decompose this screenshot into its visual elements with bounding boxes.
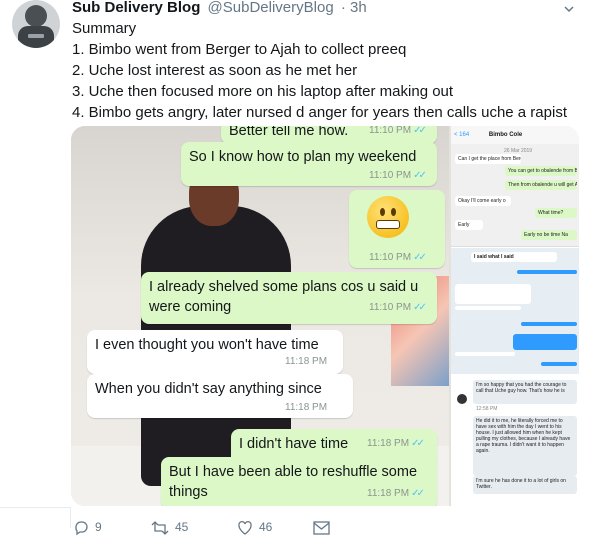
chat-bubble-in: I even thought you won't have time [87, 330, 343, 374]
dm-time: 12:58 PM [476, 406, 498, 412]
chat-screenshot-left[interactable]: Better tell me how. 11:10 PM ✓✓ So I know… [71, 126, 449, 506]
chat-time: 11:18 PM [285, 356, 328, 367]
retweet-button[interactable]: 45 [151, 520, 188, 536]
tweet-line: 3. Uche then focused more on his laptop … [72, 83, 454, 100]
author-handle[interactable]: @SubDeliveryBlog [208, 0, 334, 16]
reply-button[interactable]: 9 [73, 520, 102, 536]
chat-time: 11:10 PM ✓✓ [369, 126, 427, 136]
avatar-badge-shape [28, 34, 44, 38]
envelope-icon [313, 521, 330, 535]
mini-message: What time? [535, 208, 577, 218]
mini-message: Can I get the place from Berger? [455, 154, 521, 164]
retweet-count: 45 [175, 520, 189, 535]
chat-time: 11:10 PM ✓✓ [369, 302, 427, 313]
like-button[interactable]: 46 [237, 520, 272, 536]
mini-message: Okay I'll come early o [455, 196, 511, 206]
chat-time: 11:18 PM [285, 402, 328, 413]
dm-bubble [541, 362, 577, 366]
message-button[interactable] [313, 520, 330, 535]
chat-time: 11:18 PM ✓✓ [367, 438, 425, 449]
imessage-header: < 164 Bimbo Cole [451, 126, 579, 144]
reply-icon [75, 521, 88, 536]
contact-name: Bimbo Cole [488, 132, 523, 138]
avatar-head-shape [25, 5, 47, 27]
dm-message: I'm so happy that you had the courage to… [473, 380, 577, 404]
tweet-text: Summary 1. Bimbo went from Berger to Aja… [72, 18, 582, 123]
chat-message-line: But I have been able to reshuffle some [169, 464, 418, 480]
tweet-media[interactable]: Better tell me how. 11:10 PM ✓✓ So I know… [71, 126, 579, 506]
grimacing-emoji-icon [367, 196, 409, 238]
avatar[interactable] [12, 0, 60, 48]
divider [0, 507, 71, 528]
heart-icon [238, 521, 252, 535]
tweet-line: 4. Bimbo gets angry, later nursed d ange… [72, 104, 567, 121]
dm-bubble [455, 306, 521, 310]
like-count: 46 [259, 520, 273, 535]
imessage-panel: < 164 Bimbo Cole 26 Mar 2019 Can I get t… [451, 126, 579, 247]
tweet-header: Sub Delivery Blog @SubDeliveryBlog · 3h [72, 0, 367, 16]
reply-count: 9 [95, 520, 102, 535]
tweet[interactable]: Sub Delivery Blog @SubDeliveryBlog · 3h … [0, 0, 590, 546]
chat-time: 11:18 PM ✓✓ [367, 488, 425, 499]
dm-bubble [517, 270, 577, 274]
mini-message: Then from obalende u will get Ajah [505, 180, 577, 190]
chat-message: I even thought you won't have time [95, 337, 319, 353]
dm-message: I'm sure he has done it to a lot of girl… [473, 476, 577, 494]
tweet-time[interactable]: · 3h [341, 0, 367, 16]
chat-message-line: I already shelved some plans cos u said … [149, 279, 419, 295]
chat-message: So I know how to plan my weekend [189, 149, 417, 165]
chat-message: When you didn't say anything since [95, 381, 322, 397]
dm-message: He did it to me, he literally forced me … [473, 416, 577, 476]
retweet-icon [151, 521, 169, 535]
mini-message: Early [455, 220, 483, 230]
dm-panel-2: I'm so happy that you had the courage to… [451, 376, 579, 506]
chat-message: Better tell me how. [229, 126, 349, 139]
chat-time: 11:10 PM ✓✓ [369, 252, 427, 263]
dm-bubble [513, 334, 577, 350]
dm-bubble [455, 284, 531, 304]
sender-avatar [457, 394, 467, 404]
back-label[interactable]: < 164 [454, 132, 469, 138]
dm-bubble [521, 322, 577, 326]
mini-message: Early no be time Na [521, 230, 577, 240]
chat-time: 11:10 PM ✓✓ [369, 170, 427, 181]
tweet-line: 1. Bimbo went from Berger to Ajah to col… [72, 41, 407, 58]
dm-bubble [455, 352, 515, 356]
tweet-line: 2. Uche lost interest as soon as he met … [72, 62, 358, 79]
dm-header: I said what I said [471, 252, 557, 262]
chat-bubble-out: I already shelved some plans cos u said … [141, 272, 437, 324]
mini-message: You can get to obalende from Berger [505, 166, 577, 176]
tweet-line: Summary [72, 20, 137, 37]
chat-message: I didn't have time [239, 436, 349, 452]
author-name[interactable]: Sub Delivery Blog [72, 0, 200, 16]
chat-screenshot-right[interactable]: < 164 Bimbo Cole 26 Mar 2019 Can I get t… [451, 126, 579, 506]
dm-panel: I said what I said [451, 248, 579, 374]
chevron-down-icon[interactable] [562, 2, 576, 16]
